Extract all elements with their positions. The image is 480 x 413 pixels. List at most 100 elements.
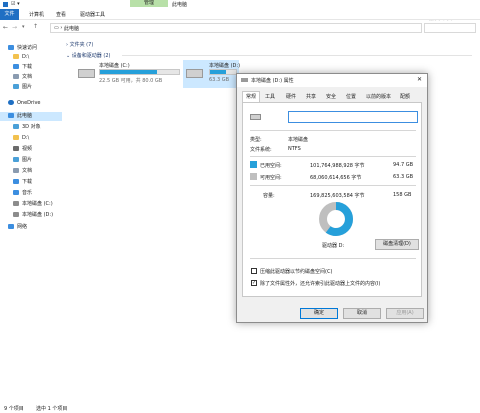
nav-label: 文档 <box>22 74 33 80</box>
tab-previous-versions[interactable]: 以前的版本 <box>363 92 394 102</box>
tab-drive-tools[interactable]: 驱动器工具 <box>80 11 105 18</box>
tab-hardware[interactable]: 硬件 <box>283 92 299 102</box>
tab-computer[interactable]: 计算机 <box>29 11 44 18</box>
nav-label: 快速访问 <box>17 45 38 51</box>
pc-icon <box>8 113 14 118</box>
nav-this-pc[interactable]: 此电脑 <box>8 112 32 121</box>
disk-cleanup-button[interactable]: 磁盘清理(D) <box>375 239 419 250</box>
nav-label: 文档 <box>22 168 33 174</box>
nav-pc-pictures[interactable]: 图片 <box>13 156 32 165</box>
nav-item-pictures[interactable]: 图片 <box>13 83 32 92</box>
drive-icon <box>13 212 19 217</box>
index-checkbox[interactable]: ✓ <box>251 280 257 286</box>
forward-arrow-icon[interactable]: → <box>12 24 17 31</box>
search-input[interactable] <box>424 23 476 33</box>
drive-d-usage-fill <box>210 70 226 74</box>
dialog-titlebar: 本地磁盘 (D:) 属性 ✕ <box>237 74 427 87</box>
nav-label: 网络 <box>17 224 28 230</box>
drives-group-header[interactable]: ⌄ 设备和驱动器 (2) <box>66 52 110 59</box>
used-space-swatch <box>250 161 257 168</box>
drive-c-usage-bar <box>99 69 180 75</box>
tab-file[interactable]: 文件 <box>0 9 19 20</box>
nav-label: 本地磁盘 (D:) <box>22 212 54 218</box>
tab-view[interactable]: 查看 <box>56 11 66 18</box>
drive-name-input[interactable] <box>288 111 418 123</box>
nav-label: 图片 <box>22 157 33 163</box>
used-space-gb: 94.7 GB <box>393 162 414 168</box>
address-path: 此电脑 <box>64 26 80 32</box>
tab-tools[interactable]: 工具 <box>262 92 278 102</box>
quick-access-toolbar[interactable]: ☑ ▾ <box>11 1 20 7</box>
nav-label: 此电脑 <box>17 113 33 119</box>
divider <box>250 185 416 186</box>
manage-tab-label: 管理 <box>143 0 154 6</box>
folders-group-header[interactable]: › 文件夹 (7) <box>66 41 93 48</box>
drive-d-info: 63.3 GB <box>209 77 230 83</box>
drive-d-tile[interactable]: 本地磁盘 (D:) 63.3 GB <box>183 60 241 88</box>
folder-icon <box>13 135 19 140</box>
nav-pc-videos[interactable]: 视频 <box>13 145 32 154</box>
index-option-label: 除了文件属性外，还允许索引此驱动器上文件的内容(I) <box>260 281 381 287</box>
tab-location[interactable]: 位置 <box>343 92 359 102</box>
status-bar: 9 个项目 选中 1 个项目 <box>0 404 480 413</box>
cancel-button[interactable]: 取消 <box>343 308 381 319</box>
compress-option-label: 压缩此驱动器以节约磁盘空间(C) <box>260 269 333 275</box>
drive-icon <box>250 114 261 120</box>
nav-item-d[interactable]: D:\ <box>13 53 29 62</box>
folder-icon <box>13 54 19 59</box>
status-selected: 选中 1 个项目 <box>36 406 68 412</box>
nav-label: OneDrive <box>17 100 41 106</box>
nav-label: 下载 <box>22 64 33 70</box>
apply-button[interactable]: 应用(A) <box>386 308 424 319</box>
nav-label: D:\ <box>22 135 30 141</box>
nav-pc-music[interactable]: 音乐 <box>13 189 32 198</box>
address-field[interactable]: ▭ › 此电脑 <box>50 23 422 33</box>
manage-context-tab[interactable]: 管理 <box>130 0 168 7</box>
ok-button[interactable]: 确定 <box>300 308 338 319</box>
drive-icon <box>241 78 248 82</box>
tab-quota[interactable]: 配额 <box>397 92 413 102</box>
properties-dialog: 本地磁盘 (D:) 属性 ✕ 常规 工具 硬件 共享 安全 位置 以前的版本 配… <box>236 73 428 323</box>
tab-security[interactable]: 安全 <box>323 92 339 102</box>
used-space-label: 已用空间: <box>260 163 282 169</box>
nav-pc-3d[interactable]: 3D 对象 <box>13 123 41 132</box>
dialog-title: 本地磁盘 (D:) 属性 <box>251 78 294 84</box>
free-space-bytes: 68,060,614,656 字节 <box>310 175 362 181</box>
drive-d-name: 本地磁盘 (D:) <box>209 63 241 69</box>
nav-pc-d[interactable]: D:\ <box>13 134 29 143</box>
picture-icon <box>13 157 19 162</box>
nav-quick-access[interactable]: 快速访问 <box>8 44 37 53</box>
document-icon <box>13 74 19 79</box>
compress-checkbox[interactable] <box>251 268 257 274</box>
nav-label: 图片 <box>22 84 33 90</box>
nav-pc-drive-c[interactable]: 本地磁盘 (C:) <box>13 200 53 209</box>
nav-pc-documents[interactable]: 文档 <box>13 167 32 176</box>
nav-label: 3D 对象 <box>22 124 41 130</box>
divider <box>250 156 416 157</box>
nav-item-downloads[interactable]: 下载 <box>13 63 32 72</box>
nav-item-documents[interactable]: 文档 <box>13 73 32 82</box>
up-arrow-icon[interactable]: ↑ <box>33 23 38 30</box>
general-tab-panel: 类型: 本地磁盘 文件系统: NTFS 已用空间: 101,764,988,92… <box>242 102 422 297</box>
nav-pc-downloads[interactable]: 下载 <box>13 178 32 187</box>
nav-onedrive[interactable]: OneDrive <box>8 99 41 108</box>
star-icon <box>8 45 14 50</box>
capacity-bytes: 169,825,603,584 字节 <box>310 193 365 199</box>
tab-sharing[interactable]: 共享 <box>303 92 319 102</box>
drive-c-tile[interactable]: 本地磁盘 (C:) 22.5 GB 可用，共 80.0 GB <box>78 62 180 88</box>
back-arrow-icon[interactable]: ← <box>3 24 8 31</box>
type-label: 类型: <box>250 137 262 143</box>
nav-label: 视频 <box>22 146 33 152</box>
free-space-gb: 63.3 GB <box>393 174 414 180</box>
nav-network[interactable]: 网络 <box>8 223 27 232</box>
nav-label: 下载 <box>22 179 33 185</box>
type-value: 本地磁盘 <box>288 137 309 143</box>
drive-icon <box>186 69 203 78</box>
drive-letter-label: 驱动器 D: <box>322 243 345 249</box>
drive-d-usage-bar <box>209 69 237 75</box>
download-icon <box>13 179 19 184</box>
tab-general[interactable]: 常规 <box>242 91 261 102</box>
nav-pc-drive-d[interactable]: 本地磁盘 (D:) <box>13 211 53 220</box>
recent-dropdown-icon[interactable]: ▾ <box>22 24 25 30</box>
close-icon[interactable]: ✕ <box>417 76 422 83</box>
